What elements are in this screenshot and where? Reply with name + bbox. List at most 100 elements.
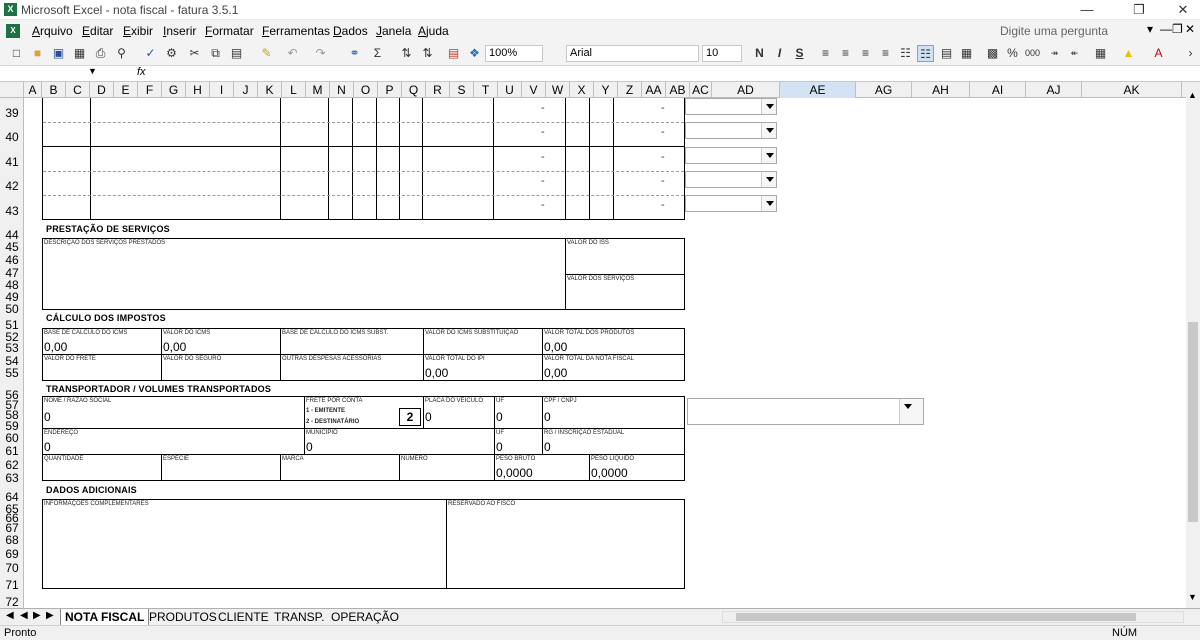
- column-header-z[interactable]: Z: [618, 82, 642, 98]
- hyperlink-icon[interactable]: ⚭: [346, 45, 363, 62]
- row-header-46[interactable]: 46: [0, 253, 24, 267]
- print-preview-icon[interactable]: ⚲: [113, 45, 130, 62]
- cut-icon[interactable]: ✂: [186, 45, 203, 62]
- column-header-n[interactable]: N: [330, 82, 354, 98]
- borders-icon[interactable]: ▦: [1092, 45, 1109, 62]
- doc-restore-icon[interactable]: ❐: [1172, 22, 1183, 36]
- workbook-icon[interactable]: X: [6, 24, 20, 38]
- column-header-l[interactable]: L: [282, 82, 306, 98]
- menu-editar[interactable]: Editar: [82, 24, 113, 38]
- font-size-select[interactable]: 10: [702, 45, 742, 62]
- column-header-o[interactable]: O: [354, 82, 378, 98]
- last-sheet-icon[interactable]: ▶: [46, 610, 54, 621]
- doc-close-icon[interactable]: ✕: [1185, 22, 1195, 36]
- italic-button[interactable]: I: [771, 45, 788, 62]
- vehicle-plate-value[interactable]: 0: [425, 410, 432, 424]
- carrier-ie-value[interactable]: 0: [544, 440, 551, 454]
- total-invoice-value[interactable]: 0,00: [544, 366, 567, 380]
- fill-color-icon[interactable]: ▲: [1120, 45, 1137, 62]
- column-header-ac[interactable]: AC: [690, 82, 712, 98]
- total-products-value[interactable]: 0,00: [544, 340, 567, 354]
- column-header-t[interactable]: T: [474, 82, 498, 98]
- row-header-62[interactable]: 62: [0, 458, 24, 472]
- column-header-p[interactable]: P: [378, 82, 402, 98]
- merge-center-icon[interactable]: ☷: [917, 45, 934, 62]
- column-header-a[interactable]: A: [24, 82, 42, 98]
- row-header-68[interactable]: 68: [0, 533, 24, 547]
- worksheet-grid[interactable]: - - - - - - - - - - PRESTAÇÃO DE SERVIÇO…: [24, 98, 1186, 608]
- align-right-icon[interactable]: ≡: [857, 45, 874, 62]
- tab-cliente[interactable]: CLIENTE: [214, 609, 273, 625]
- menu-janela[interactable]: Janela: [376, 24, 411, 38]
- column-header-ab[interactable]: AB: [666, 82, 690, 98]
- column-header-b[interactable]: B: [42, 82, 66, 98]
- column-header-d[interactable]: D: [90, 82, 114, 98]
- tab-transp[interactable]: TRANSP.: [270, 609, 328, 625]
- dropdown-icon[interactable]: ▾: [1147, 22, 1153, 36]
- print-icon[interactable]: ⎙: [92, 45, 109, 62]
- sort-asc-icon[interactable]: ⇅: [398, 45, 415, 62]
- help-question-box[interactable]: Digite uma pergunta: [1000, 24, 1108, 38]
- underline-button[interactable]: S: [791, 45, 808, 62]
- row-header-63[interactable]: 63: [0, 471, 24, 485]
- icms-value[interactable]: 0,00: [163, 340, 186, 354]
- column-header-j[interactable]: J: [234, 82, 258, 98]
- bold-button[interactable]: N: [751, 45, 768, 62]
- column-header-f[interactable]: F: [138, 82, 162, 98]
- product-row-dropdown[interactable]: [685, 147, 777, 164]
- column-header-k[interactable]: K: [258, 82, 282, 98]
- align-left-icon[interactable]: ≡: [817, 45, 834, 62]
- row-header-55[interactable]: 55: [0, 366, 24, 380]
- base-icms-value[interactable]: 0,00: [44, 340, 67, 354]
- row-header-70[interactable]: 70: [0, 561, 24, 575]
- column-header-aa[interactable]: AA: [642, 82, 666, 98]
- column-header-ag[interactable]: AG: [856, 82, 912, 98]
- name-box-dropdown-icon[interactable]: ▼: [88, 66, 97, 76]
- copy-icon[interactable]: ⧉: [207, 45, 224, 62]
- horizontal-scroll-thumb[interactable]: [736, 613, 1136, 621]
- carrier-cpf-value[interactable]: 0: [544, 410, 551, 424]
- column-header-y[interactable]: Y: [594, 82, 618, 98]
- formula-input[interactable]: [155, 66, 1185, 81]
- increase-decimal-icon[interactable]: ↠: [1046, 45, 1063, 62]
- percent-button[interactable]: %: [1004, 45, 1021, 62]
- menu-ferramentas[interactable]: Ferramentas: [262, 24, 330, 38]
- row-header-39[interactable]: 39: [0, 106, 24, 120]
- column-header-w[interactable]: W: [546, 82, 570, 98]
- chart-wizard-icon[interactable]: ▤: [445, 45, 462, 62]
- product-row-dropdown[interactable]: [685, 171, 777, 188]
- font-color-icon[interactable]: A: [1150, 45, 1167, 62]
- menu-formatar[interactable]: Formatar: [205, 24, 254, 38]
- column-header-x[interactable]: X: [570, 82, 594, 98]
- indent-icon[interactable]: ▦: [958, 45, 975, 62]
- sort-desc-icon[interactable]: ⇅: [419, 45, 436, 62]
- gross-weight-value[interactable]: 0,0000: [496, 466, 533, 480]
- column-header-c[interactable]: C: [66, 82, 90, 98]
- scroll-down-icon[interactable]: ▼: [1188, 592, 1197, 602]
- menu-exibir[interactable]: Exibir: [123, 24, 153, 38]
- ipi-value[interactable]: 0,00: [425, 366, 448, 380]
- distribute-icon[interactable]: ☷: [897, 45, 914, 62]
- column-header-g[interactable]: G: [162, 82, 186, 98]
- row-header-45[interactable]: 45: [0, 240, 24, 254]
- prev-sheet-icon[interactable]: ◀: [20, 610, 28, 621]
- chevron-down-icon[interactable]: [761, 123, 776, 138]
- chevron-down-icon[interactable]: [761, 196, 776, 211]
- next-sheet-icon[interactable]: ▶: [33, 610, 41, 621]
- column-header-u[interactable]: U: [498, 82, 522, 98]
- carrier-address-value[interactable]: 0: [44, 440, 51, 454]
- fx-label[interactable]: fx: [137, 66, 146, 78]
- chevron-down-icon[interactable]: [761, 148, 776, 163]
- vertical-scroll-thumb[interactable]: [1188, 322, 1198, 522]
- undo-icon[interactable]: ↶: [284, 45, 301, 62]
- net-weight-value[interactable]: 0,0000: [591, 466, 628, 480]
- wrap-icon[interactable]: ▤: [938, 45, 955, 62]
- align-center-icon[interactable]: ≡: [837, 45, 854, 62]
- product-row-dropdown[interactable]: [685, 98, 777, 115]
- row-header-41[interactable]: 41: [0, 155, 24, 169]
- first-sheet-icon[interactable]: ◀: [6, 610, 14, 621]
- column-header-ai[interactable]: AI: [970, 82, 1026, 98]
- row-header-42[interactable]: 42: [0, 179, 24, 193]
- minimize-icon[interactable]: —: [1064, 0, 1110, 20]
- thousands-button[interactable]: 000: [1024, 45, 1041, 62]
